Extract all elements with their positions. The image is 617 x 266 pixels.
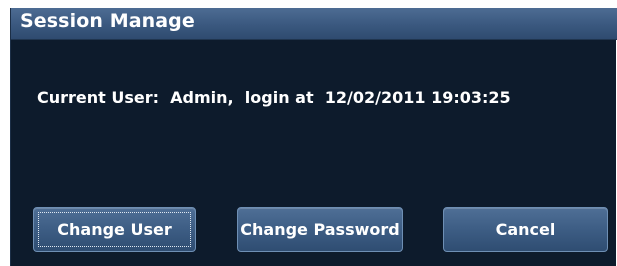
change-password-button[interactable]: Change Password <box>237 207 403 252</box>
login-label: login at <box>244 88 314 107</box>
change-user-label: Change User <box>57 220 172 239</box>
change-password-label: Change Password <box>240 220 400 239</box>
dialog-title: Session Manage <box>20 10 195 32</box>
login-time: 12/02/2011 19:03:25 <box>324 88 511 107</box>
change-user-button[interactable]: Change User <box>33 207 196 252</box>
session-info: Current User: Admin, login at 12/02/2011… <box>37 88 511 107</box>
cancel-label: Cancel <box>495 220 556 239</box>
session-manage-dialog: Session Manage Current User: Admin, logi… <box>10 8 617 266</box>
cancel-button[interactable]: Cancel <box>443 207 608 252</box>
current-user-label: Current User: <box>37 88 160 107</box>
dialog-titlebar: Session Manage <box>11 8 617 40</box>
current-user-name: Admin, <box>170 88 234 107</box>
